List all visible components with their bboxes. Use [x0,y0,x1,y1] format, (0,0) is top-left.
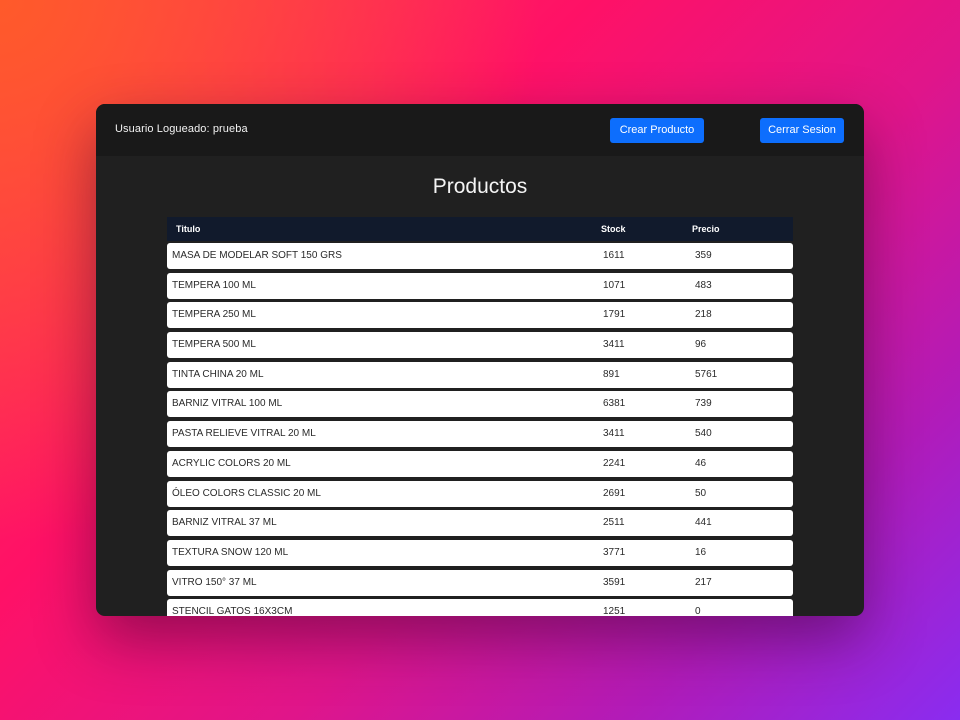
product-price-cell: 359 [695,250,712,261]
product-title-cell: MASA DE MODELAR SOFT 150 GRS [172,250,342,261]
product-title-cell: TEXTURA SNOW 120 ML [172,546,289,558]
logout-button[interactable]: Cerrar Sesion [760,118,844,143]
table-row[interactable]: STENCIL GATOS 16X3CM 1251 0 [167,599,793,616]
app-window: Usuario Logueado: prueba Crear Producto … [96,104,864,616]
product-title-cell: ACRYLIC COLORS 20 ML [172,457,291,469]
table-row[interactable]: BARNIZ VITRAL 100 ML 6381 739 [167,391,793,418]
page-title: Productos [432,175,528,198]
table-row[interactable]: ACRYLIC COLORS 20 ML 2241 46 [167,450,793,477]
product-price-cell: 540 [695,428,712,440]
product-price-cell: 0 [695,606,701,616]
product-stock-cell: 1791 [603,309,626,321]
top-navbar: Usuario Logueado: prueba Crear Producto … [96,104,864,156]
table-body: MASA DE MODELAR SOFT 150 GRS 1611 359 TE… [167,243,793,616]
product-stock-cell: 1071 [603,279,626,291]
create-product-button[interactable]: Crear Producto [610,118,704,143]
column-header-precio: Precio [692,224,720,234]
product-stock-cell: 2691 [603,487,626,499]
product-price-cell: 96 [695,339,707,351]
products-table: Titulo Stock Precio MASA DE MODELAR SOFT… [167,217,793,616]
table-row[interactable]: TEMPERA 100 ML 1071 483 [167,272,793,299]
product-title-cell: TINTA CHINA 20 ML [172,368,264,380]
product-title-cell: TEMPERA 250 ML [172,309,256,321]
product-price-cell: 483 [695,279,712,291]
product-title-cell: TEMPERA 500 ML [172,339,256,351]
product-title-cell: PASTA RELIEVE VITRAL 20 ML [172,428,316,440]
product-price-cell: 739 [695,398,712,410]
product-title-cell: BARNIZ VITRAL 100 ML [172,398,283,410]
table-row[interactable]: MASA DE MODELAR SOFT 150 GRS 1611 359 [167,243,793,269]
product-price-cell: 217 [695,576,712,588]
product-stock-cell: 3591 [603,576,626,588]
table-row[interactable]: BARNIZ VITRAL 37 ML 2511 441 [167,510,793,537]
table-row[interactable]: TEMPERA 250 ML 1791 218 [167,302,793,329]
table-row[interactable]: PASTA RELIEVE VITRAL 20 ML 3411 540 [167,421,793,448]
product-title-cell: VITRO 150° 37 ML [172,576,257,588]
product-stock-cell: 6381 [603,398,626,410]
product-stock-cell: 2511 [603,517,625,529]
product-price-cell: 50 [695,487,707,499]
table-row[interactable]: TEMPERA 500 ML 3411 96 [167,332,793,359]
table-row[interactable]: ÓLEO COLORS CLASSIC 20 ML 2691 50 [167,480,793,507]
logged-user-label: Usuario Logueado: prueba [115,123,248,135]
product-stock-cell: 2241 [603,457,626,469]
product-price-cell: 5761 [695,368,718,380]
product-stock-cell: 3411 [603,428,625,440]
product-stock-cell: 3771 [603,546,626,558]
product-price-cell: 16 [695,546,707,558]
product-price-cell: 441 [695,517,712,529]
product-price-cell: 218 [695,309,712,321]
product-stock-cell: 1611 [603,250,625,261]
table-header: Titulo Stock Precio [167,217,793,241]
product-stock-cell: 891 [603,368,620,380]
product-stock-cell: 3411 [603,339,625,351]
column-header-titulo: Titulo [176,224,201,234]
product-title-cell: ÓLEO COLORS CLASSIC 20 ML [172,487,321,499]
product-stock-cell: 1251 [603,606,626,616]
product-title-cell: TEMPERA 100 ML [172,279,256,291]
table-row[interactable]: TINTA CHINA 20 ML 891 5761 [167,361,793,388]
main-content: Productos Titulo Stock Precio MASA DE MO… [96,156,864,616]
table-row[interactable]: TEXTURA SNOW 120 ML 3771 16 [167,539,793,566]
product-price-cell: 46 [695,457,707,469]
product-title-cell: STENCIL GATOS 16X3CM [172,606,293,616]
table-row[interactable]: VITRO 150° 37 ML 3591 217 [167,569,793,596]
product-title-cell: BARNIZ VITRAL 37 ML [172,517,277,529]
column-header-stock: Stock [601,224,626,234]
